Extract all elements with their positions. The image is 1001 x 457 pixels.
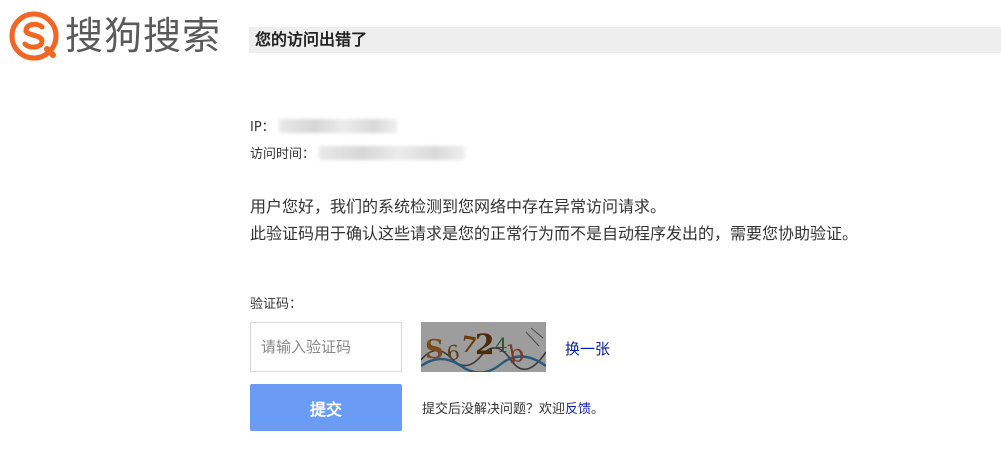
submit-button[interactable]: 提交	[250, 384, 402, 431]
time-value-redacted	[319, 145, 466, 160]
sogou-logo[interactable]: 搜狗搜索	[9, 10, 221, 62]
header-bar: 您的访问出错了	[249, 27, 1001, 53]
help-prefix: 提交后没解决问题？欢迎	[422, 402, 566, 417]
time-row: 访问时间：	[250, 143, 466, 162]
help-text: 提交后没解决问题？欢迎反馈。	[422, 398, 604, 417]
page: 搜狗搜索 您的访问出错了 IP： 访问时间： 用户您好，我们的系统检测到您网络中…	[0, 0, 1001, 457]
captcha-input[interactable]	[250, 322, 402, 372]
ip-value-redacted	[278, 118, 397, 133]
captcha-image: S 6 7 2 4 b	[421, 322, 546, 372]
ip-label: IP：	[250, 120, 275, 135]
message-line-1: 用户您好，我们的系统检测到您网络中存在异常访问请求。	[250, 197, 667, 216]
svg-text:4: 4	[495, 333, 508, 357]
feedback-link[interactable]: 反馈	[565, 402, 591, 417]
captcha-label: 验证码：	[250, 297, 303, 312]
help-suffix: 。	[591, 402, 605, 417]
sogou-logo-icon	[9, 11, 59, 61]
refresh-captcha-link[interactable]: 换一张	[565, 338, 610, 359]
message: 用户您好，我们的系统检测到您网络中存在异常访问请求。 此验证码用于确认这些请求是…	[250, 193, 858, 247]
time-label: 访问时间：	[250, 147, 316, 162]
message-line-2: 此验证码用于确认这些请求是您的正常行为而不是自动程序发出的，需要您协助验证。	[250, 224, 859, 243]
svg-text:S: S	[425, 335, 444, 365]
svg-text:2: 2	[475, 328, 494, 361]
page-title: 您的访问出错了	[255, 30, 368, 49]
brand-name: 搜狗搜索	[65, 14, 222, 58]
ip-row: IP：	[250, 116, 397, 135]
